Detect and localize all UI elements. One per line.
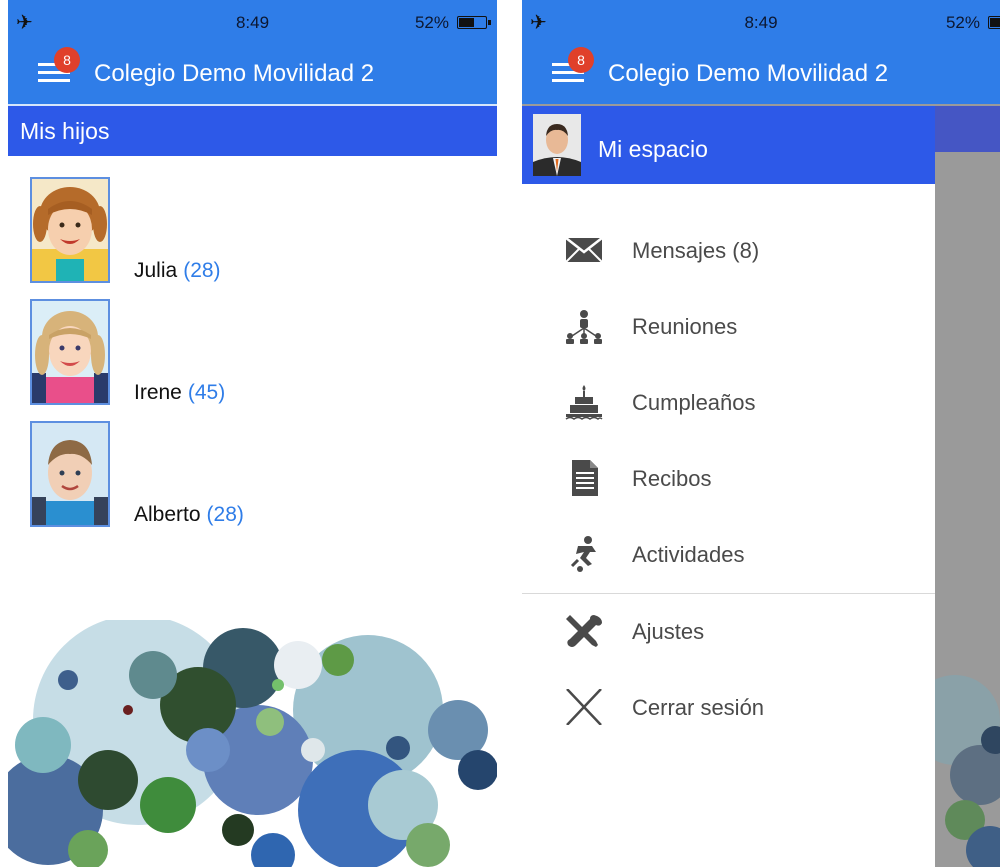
child-item-alberto[interactable]: Alberto (28) — [30, 421, 430, 529]
cake-icon — [565, 385, 603, 420]
drawer-item-label: Cerrar sesión — [632, 695, 765, 720]
phone-screen-drawer: ✈ 8:49 52% 8 Colegio Demo Movilidad 2 Mi… — [522, 0, 1000, 867]
notification-badge: 8 — [568, 47, 594, 73]
child-name: Alberto (28) — [134, 503, 244, 526]
status-bar: ✈ 8:49 52% — [8, 0, 497, 46]
decorative-bubbles — [8, 620, 497, 867]
drawer-item-label: Cumpleaños — [632, 390, 756, 415]
status-bar: ✈ 8:49 52% — [522, 0, 1000, 46]
child-count: (28) — [206, 503, 244, 526]
battery-percent: 52% — [945, 13, 980, 32]
status-time: 8:49 — [744, 13, 778, 32]
drawer-item-cerrar-sesion[interactable]: Cerrar sesión — [522, 677, 935, 737]
child-photo — [30, 177, 110, 283]
navigation-drawer: Mi espacio Mensajes (8) Reuniones Cumple… — [522, 106, 935, 867]
child-count: (28) — [183, 259, 221, 282]
phone-screen-children: ✈ 8:49 52% 8 Colegio Demo Movilidad 2 Mi… — [8, 0, 497, 867]
drawer-item-reuniones[interactable]: Reuniones — [522, 296, 935, 356]
drawer-title: Mi espacio — [598, 136, 708, 162]
drawer-item-actividades[interactable]: Actividades — [522, 524, 935, 584]
menu-button[interactable]: 8 — [552, 47, 594, 87]
child-name: Irene (45) — [134, 381, 226, 404]
menu-button[interactable]: 8 — [38, 47, 80, 87]
child-item-irene[interactable]: Irene (45) — [30, 299, 430, 407]
drawer-item-label: Mensajes (8) — [632, 238, 760, 263]
drawer-separator — [522, 593, 935, 594]
activity-icon — [570, 536, 596, 572]
tools-icon — [566, 615, 602, 647]
battery-percent: 52% — [414, 13, 449, 32]
document-icon — [572, 460, 598, 496]
drawer-item-cumpleanos[interactable]: Cumpleaños — [522, 372, 935, 432]
app-title: Colegio Demo Movilidad 2 — [94, 60, 375, 87]
drawer-item-label: Recibos — [632, 466, 712, 491]
child-photo — [30, 299, 110, 405]
child-photo — [30, 421, 110, 527]
app-title: Colegio Demo Movilidad 2 — [608, 60, 889, 87]
drawer-header[interactable]: Mi espacio — [522, 106, 935, 184]
drawer-item-ajustes[interactable]: Ajustes — [522, 601, 935, 661]
child-item-julia[interactable]: Julia (28) — [30, 177, 430, 285]
battery-icon — [988, 16, 1000, 29]
app-header: 8 Colegio Demo Movilidad 2 — [522, 46, 1000, 104]
avatar — [533, 114, 581, 176]
drawer-item-label: Ajustes — [632, 619, 705, 644]
drawer-item-label: Actividades — [632, 542, 745, 567]
drawer-item-recibos[interactable]: Recibos — [522, 448, 935, 508]
close-icon — [566, 689, 602, 725]
drawer-item-label: Reuniones — [632, 314, 738, 339]
battery-icon — [457, 16, 491, 29]
dimmed-section-header[interactable] — [935, 106, 1000, 152]
meeting-icon — [566, 310, 602, 344]
dimmed-bubbles[interactable] — [935, 620, 1000, 867]
section-title: Mis hijos — [20, 118, 110, 144]
section-header: Mis hijos — [8, 106, 497, 156]
envelope-icon — [565, 237, 603, 263]
drawer-item-mensajes[interactable]: Mensajes (8) — [522, 220, 935, 280]
child-name: Julia (28) — [134, 259, 221, 282]
notification-badge: 8 — [54, 47, 80, 73]
app-header: 8 Colegio Demo Movilidad 2 — [8, 46, 497, 104]
child-count: (45) — [187, 381, 226, 404]
